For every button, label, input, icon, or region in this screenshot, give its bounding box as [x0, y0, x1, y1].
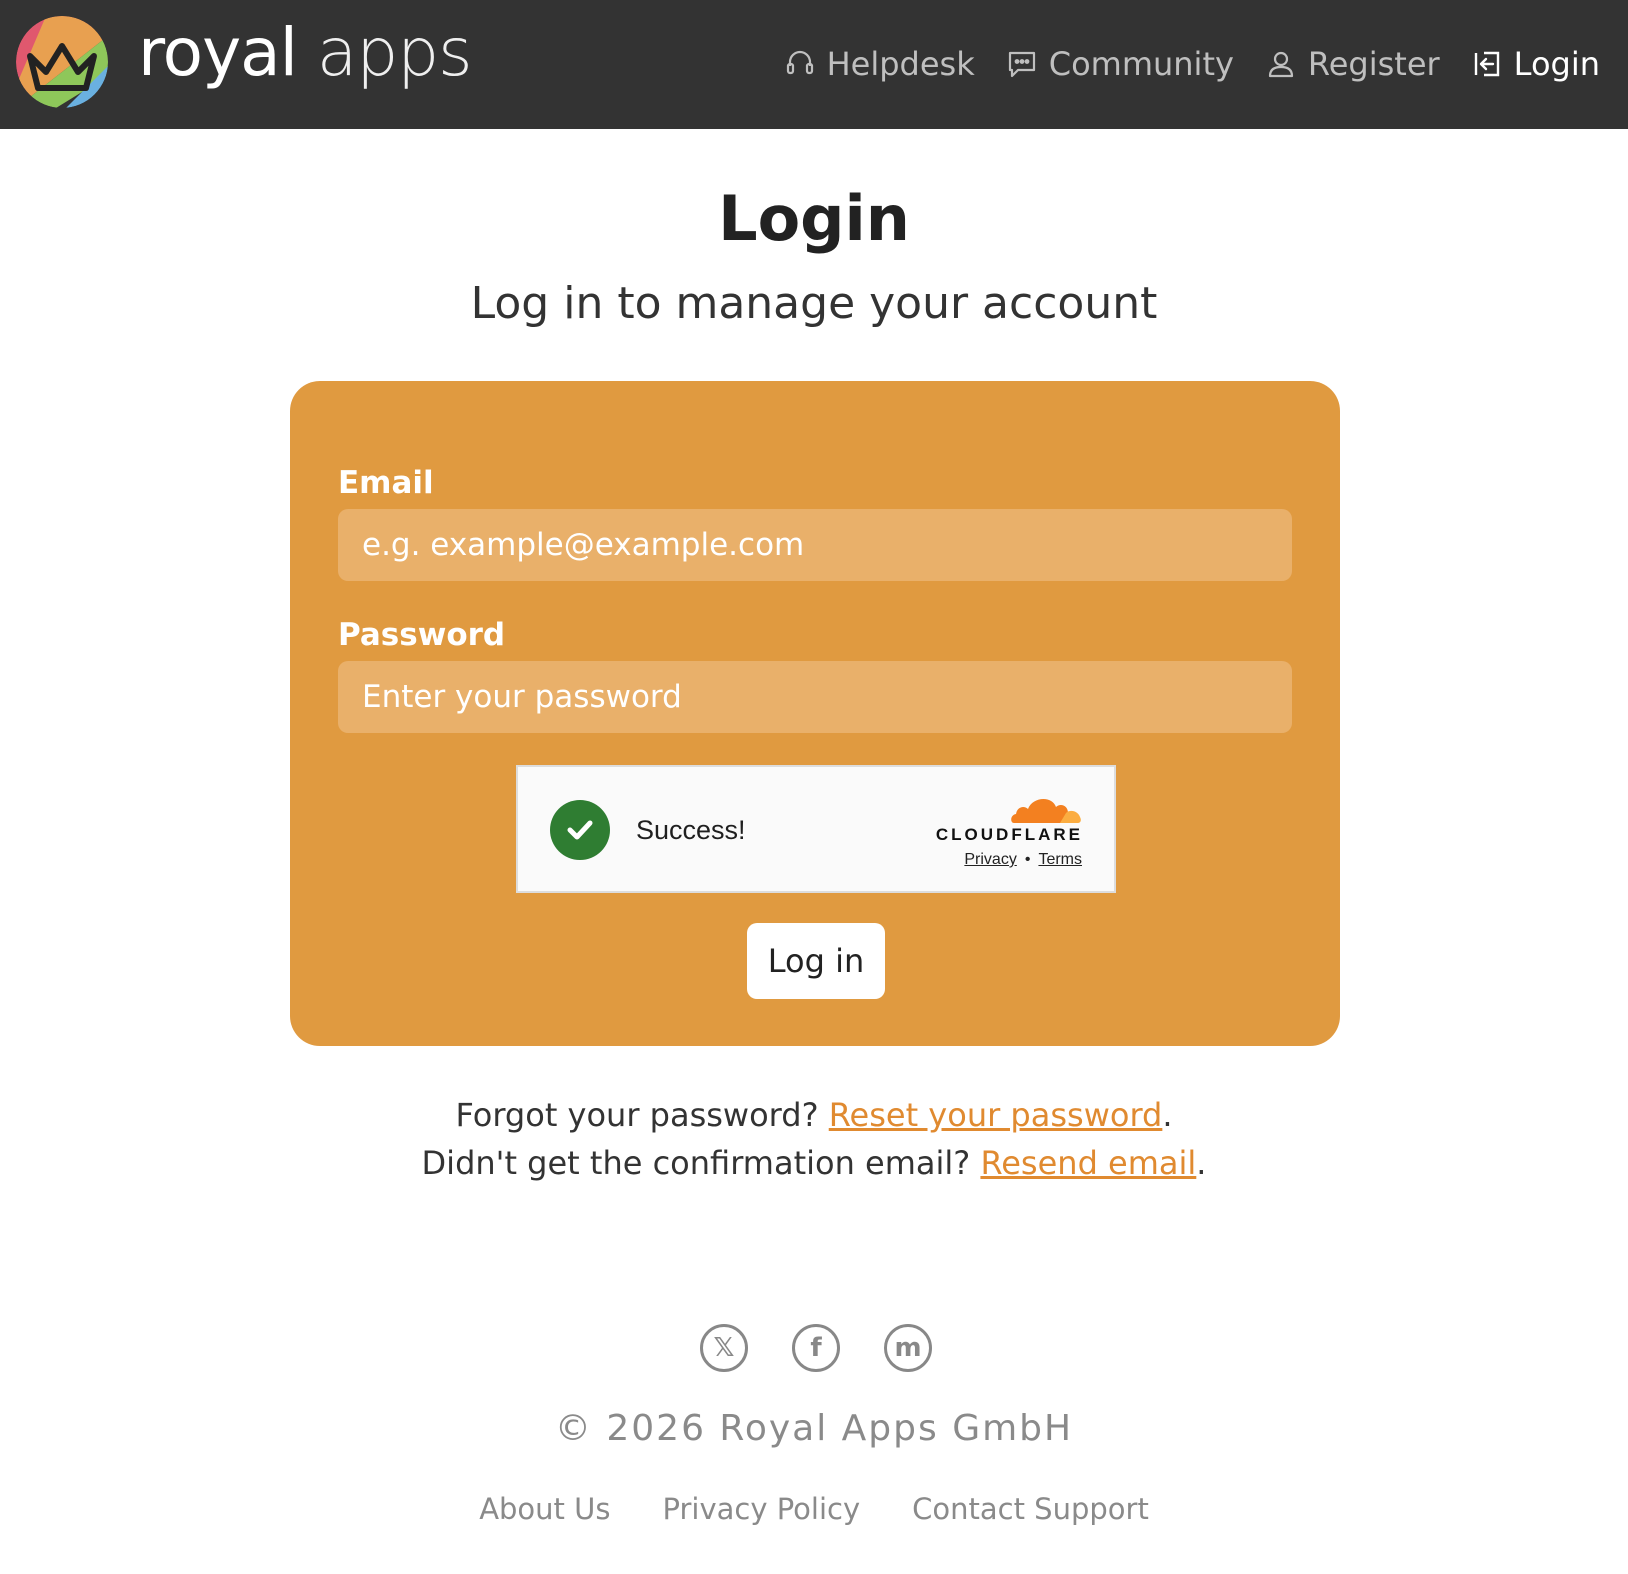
email-label: Email	[338, 465, 434, 501]
page-subtitle: Log in to manage your account	[470, 278, 1158, 329]
reset-password-link[interactable]: Reset your password	[829, 1096, 1163, 1134]
brand-primary: royal	[138, 14, 298, 91]
captcha-links: Privacy • Terms	[964, 851, 1082, 869]
brand-secondary: apps	[316, 14, 473, 91]
headset-icon	[786, 50, 813, 75]
footer-links: About Us Privacy Policy Contact Support	[0, 1492, 1628, 1526]
password-label: Password	[338, 617, 506, 653]
password-field[interactable]	[338, 661, 1292, 733]
captcha-status: Success!	[636, 815, 746, 845]
footer-link-privacy-policy[interactable]: Privacy Policy	[662, 1492, 860, 1526]
nav-register-label: Register	[1307, 45, 1440, 83]
login-icon	[1474, 51, 1499, 77]
nav-helpdesk[interactable]: Helpdesk	[785, 45, 975, 83]
success-check-icon	[550, 800, 610, 860]
confirmation-email-text: Didn't get the confirmation email?	[421, 1144, 971, 1182]
mastodon-icon[interactable]: m	[884, 1324, 932, 1372]
resend-email-line: Didn't get the confirmation email? Resen…	[0, 1144, 1628, 1182]
copyright: © 2026 Royal Apps GmbH	[554, 1408, 1074, 1449]
cloudflare-wordmark: CLOUDFLARE	[935, 825, 1083, 844]
captcha-link-separator: •	[1024, 851, 1031, 868]
royal-apps-logo-icon[interactable]	[16, 16, 108, 108]
footer-link-about-us[interactable]: About Us	[479, 1492, 610, 1526]
nav-helpdesk-label: Helpdesk	[826, 45, 975, 83]
forgot-password-line: Forgot your password? Reset your passwor…	[0, 1096, 1628, 1134]
captcha-terms-link[interactable]: Terms	[1038, 851, 1082, 869]
nav-community-label: Community	[1048, 45, 1234, 83]
nav-community[interactable]: Community	[1007, 45, 1234, 83]
captcha-privacy-link[interactable]: Privacy	[964, 851, 1016, 869]
forgot-period: .	[1162, 1096, 1173, 1134]
resend-period: .	[1196, 1144, 1207, 1182]
resend-email-link[interactable]: Resend email	[980, 1144, 1196, 1182]
top-header: royal apps Helpdesk Community Register L…	[0, 0, 1628, 129]
login-button[interactable]: Log in	[747, 923, 885, 999]
cloudflare-cloud-icon	[1011, 798, 1081, 823]
x-icon[interactable]: 𝕏	[700, 1324, 748, 1372]
email-field[interactable]	[338, 509, 1292, 581]
nav-login-label: Login	[1513, 45, 1600, 83]
footer-link-contact-support[interactable]: Contact Support	[912, 1492, 1149, 1526]
forgot-password-text: Forgot your password?	[455, 1096, 819, 1134]
brand-wordmark[interactable]: royal apps	[138, 14, 473, 114]
nav-register[interactable]: Register	[1266, 45, 1440, 83]
main-nav: Helpdesk Community Register Login	[785, 40, 1600, 88]
user-icon	[1268, 51, 1294, 78]
nav-login[interactable]: Login	[1472, 45, 1600, 83]
login-card: Email Password Success! CLOUDFLARE Priva…	[290, 381, 1340, 1046]
chat-icon	[1008, 51, 1035, 78]
facebook-icon[interactable]: f	[792, 1324, 840, 1372]
cloudflare-captcha-widget[interactable]: Success! CLOUDFLARE Privacy • Terms	[516, 765, 1116, 893]
page-title: Login	[718, 182, 910, 255]
social-links: 𝕏 f m	[700, 1324, 932, 1372]
